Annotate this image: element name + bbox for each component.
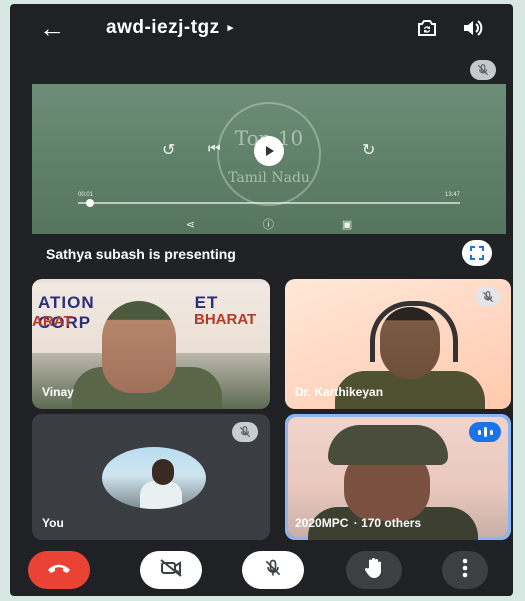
camera-off-icon bbox=[159, 558, 183, 583]
participant-tile-you[interactable]: You bbox=[32, 414, 270, 540]
speaking-bar bbox=[477, 429, 481, 435]
chevron-right-icon: ▸ bbox=[227, 22, 234, 35]
raise-hand-button[interactable] bbox=[346, 551, 402, 589]
participant-cap bbox=[328, 425, 448, 465]
others-count-label: 170 others bbox=[361, 516, 422, 530]
play-icon bbox=[254, 136, 284, 166]
participant-tile-vinay[interactable]: ATION ET CORP ARAT BHARAT Vinay bbox=[32, 279, 270, 409]
mic-off-icon bbox=[470, 60, 496, 80]
presentation-tile[interactable]: Top 10 of Tamil Nadu ↺ ⏮ ↻ 00:01 13:47 ⋖… bbox=[32, 52, 506, 274]
others-separator-icon: · bbox=[353, 516, 358, 530]
mic-off-icon bbox=[475, 287, 501, 307]
avatar-body bbox=[140, 481, 182, 509]
info-icon: ⓘ bbox=[262, 219, 274, 231]
speaking-bar bbox=[489, 429, 493, 435]
participant-name: You bbox=[42, 516, 64, 530]
meeting-code[interactable]: awd-iezj-tgz ▸ bbox=[106, 17, 234, 39]
participant-name: Vinay bbox=[42, 385, 74, 399]
participant-headset bbox=[370, 301, 458, 362]
back-arrow-icon[interactable]: ← bbox=[36, 12, 68, 44]
avatar-head bbox=[152, 459, 174, 485]
banner-text-3: BHARAT bbox=[194, 311, 257, 328]
save-icon: ▣ bbox=[341, 219, 353, 231]
participant-video-face bbox=[102, 301, 176, 393]
camera-toggle-button[interactable] bbox=[140, 551, 202, 589]
watermark-line3: Tamil Nadu bbox=[228, 170, 310, 186]
speaking-bar bbox=[483, 427, 487, 437]
participant-name: Dr. Karthikeyan bbox=[295, 385, 384, 399]
video-elapsed: 00:01 bbox=[78, 192, 94, 198]
video-share-bar: ⋖ ⓘ ▣ bbox=[32, 216, 506, 232]
meeting-code-label: awd-iezj-tgz bbox=[106, 17, 220, 38]
end-call-button[interactable] bbox=[28, 551, 90, 589]
participant-name-label: 2020MPC bbox=[295, 516, 349, 530]
more-vert-icon bbox=[462, 558, 468, 583]
replay-icon: ↺ bbox=[162, 142, 176, 159]
avatar bbox=[102, 447, 206, 509]
mic-toggle-button[interactable] bbox=[242, 551, 304, 589]
skip-previous-icon: ⏮ bbox=[208, 140, 221, 156]
call-controls bbox=[10, 549, 513, 596]
timeline-thumb bbox=[85, 199, 94, 207]
others-count: · 170 others bbox=[354, 516, 421, 530]
forward-icon: ↻ bbox=[362, 142, 376, 159]
hand-raise-icon bbox=[364, 557, 384, 584]
phone-hangup-icon bbox=[46, 561, 72, 580]
shared-screen: Top 10 of Tamil Nadu ↺ ⏮ ↻ 00:01 13:47 ⋖… bbox=[32, 84, 506, 234]
fullscreen-icon[interactable] bbox=[462, 240, 492, 266]
presenting-status: Sathya subash is presenting bbox=[46, 246, 236, 262]
more-options-button[interactable] bbox=[442, 551, 488, 589]
video-timeline bbox=[78, 199, 460, 207]
banner-text-2: ARAT bbox=[32, 313, 73, 330]
camera-flip-icon[interactable] bbox=[411, 12, 443, 44]
top-bar: ← awd-iezj-tgz ▸ bbox=[10, 4, 513, 48]
speaking-indicator-icon bbox=[469, 422, 501, 442]
banner-text-left: ATION bbox=[38, 293, 95, 312]
participant-tile-karthikeyan[interactable]: Dr. Karthikeyan bbox=[285, 279, 511, 409]
share-icon: ⋖ bbox=[185, 219, 195, 231]
participant-tile-2020mpc[interactable]: 2020MPC · 170 others bbox=[285, 414, 511, 540]
mic-off-icon bbox=[263, 558, 283, 583]
video-duration: 13:47 bbox=[444, 192, 460, 198]
mic-off-icon bbox=[232, 422, 258, 442]
participant-name: 2020MPC · 170 others bbox=[295, 516, 421, 530]
meet-screen: ← awd-iezj-tgz▸ Top 10 of Tamil Nadu ↺ ⏮ bbox=[10, 4, 513, 596]
speaker-icon[interactable] bbox=[457, 12, 489, 44]
